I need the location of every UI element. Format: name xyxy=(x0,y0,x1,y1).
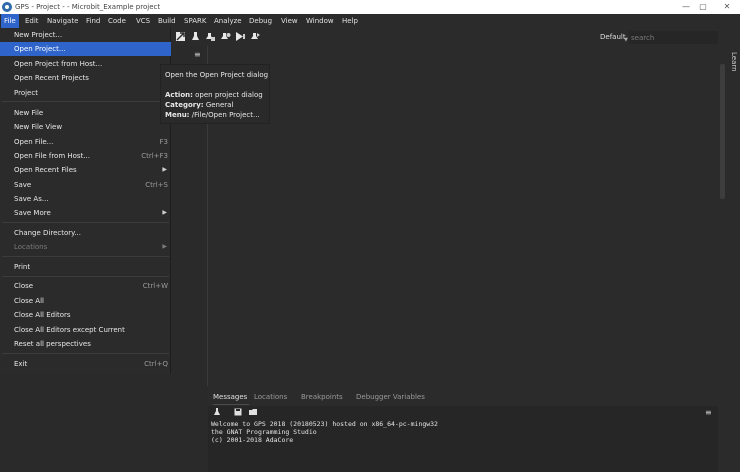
editor-area[interactable] xyxy=(208,46,717,387)
menu-item-project[interactable]: Project xyxy=(0,86,171,100)
tab-debugger-variables[interactable]: Debugger Variables xyxy=(356,393,425,401)
save-messages-icon[interactable] xyxy=(234,408,242,416)
learn-side-tab[interactable]: Learn xyxy=(728,46,740,472)
tab-breakpoints[interactable]: Breakpoints xyxy=(301,393,343,401)
menu-item-new-file[interactable]: New File xyxy=(0,106,171,120)
menu-edit[interactable]: Edit xyxy=(22,14,42,28)
build-all-icon[interactable] xyxy=(205,31,216,42)
tab-messages[interactable]: Messages xyxy=(213,393,247,401)
editor-scrollbar[interactable] xyxy=(718,46,728,387)
tooltip-title: Open the Open Project dialog xyxy=(165,71,269,79)
menu-item-close-all-editors[interactable]: Close All Editors xyxy=(0,308,171,322)
menu-item-save[interactable]: Save Ctrl+S xyxy=(0,178,171,192)
menu-item-open-recent-projects[interactable]: Open Recent Projects xyxy=(0,71,171,85)
main-toolbar: Default ▼ xyxy=(171,28,740,46)
tab-locations[interactable]: Locations xyxy=(254,393,287,401)
submenu-arrow-icon: ▶ xyxy=(162,243,167,250)
menu-separator xyxy=(2,276,169,277)
menu-item-open-file[interactable]: Open File... F3 xyxy=(0,135,171,149)
menu-item-close[interactable]: Close Ctrl+W xyxy=(0,279,171,293)
menu-separator xyxy=(2,353,169,354)
maximize-button[interactable]: ▢ xyxy=(697,2,709,12)
menu-item-print[interactable]: Print xyxy=(0,260,171,274)
submenu-arrow-icon: ▶ xyxy=(162,209,167,216)
menu-item-reset-all-perspectives[interactable]: Reset all perspectives xyxy=(0,337,171,351)
menu-item-open-recent-files[interactable]: Open Recent Files ▶ xyxy=(0,163,171,177)
menu-item-open-project[interactable]: Open Project... xyxy=(0,42,171,56)
open-folder-icon[interactable] xyxy=(249,408,257,416)
menu-separator xyxy=(2,101,169,102)
tooltip-menu-row: Menu: /File/Open Project... xyxy=(165,111,260,119)
active-tab-indicator xyxy=(213,404,249,405)
menu-find[interactable]: Find xyxy=(83,14,103,28)
tooltip-category-row: Category: General xyxy=(165,101,234,109)
menu-item-close-all-editors-except-current[interactable]: Close All Editors except Current xyxy=(0,323,171,337)
build-icon[interactable] xyxy=(190,31,201,42)
tooltip-action-row: Action: open project dialog xyxy=(165,91,263,99)
menu-help[interactable]: Help xyxy=(339,14,361,28)
messages-toolbar: ≡ xyxy=(208,406,718,419)
console-line: Welcome to GPS 2018 (20180523) hosted on… xyxy=(211,420,438,428)
menu-separator xyxy=(2,256,169,257)
console-line: (c) 2001-2018 AdaCore xyxy=(211,436,294,444)
menu-item-new-project[interactable]: New Project... xyxy=(0,28,171,42)
chevron-down-icon[interactable]: ▼ xyxy=(624,37,628,43)
file-menu-dropdown: New Project... Open Project... Open Proj… xyxy=(0,28,171,374)
menu-debug[interactable]: Debug xyxy=(246,14,275,28)
window-title: GPS - Project - - Microbit_Example proje… xyxy=(15,3,161,11)
hamburger-menu-icon[interactable]: ≡ xyxy=(194,50,201,59)
clean-icon[interactable] xyxy=(220,31,231,42)
menu-build[interactable]: Build xyxy=(155,14,179,28)
messages-panel: Messages Locations Breakpoints Debugger … xyxy=(208,387,718,472)
search-input[interactable] xyxy=(629,31,718,44)
menu-navigate[interactable]: Navigate xyxy=(44,14,81,28)
menu-item-open-file-from-host[interactable]: Open File from Host... Ctrl+F3 xyxy=(0,149,171,163)
menu-window[interactable]: Window xyxy=(303,14,337,28)
menu-item-save-as[interactable]: Save As... xyxy=(0,192,171,206)
menu-separator xyxy=(2,222,169,223)
debug-run-icon[interactable] xyxy=(235,31,246,42)
menu-view[interactable]: View xyxy=(278,14,301,28)
console-line: the GNAT Programming Studio xyxy=(211,428,317,436)
run-icon[interactable] xyxy=(250,31,261,42)
menu-item-open-project-from-host[interactable]: Open Project from Host... xyxy=(0,57,171,71)
menu-item-change-directory[interactable]: Change Directory... xyxy=(0,226,171,240)
close-window-button[interactable]: ✕ xyxy=(721,2,733,12)
window-titlebar: GPS - Project - - Microbit_Example proje… xyxy=(0,0,740,14)
menu-item-exit[interactable]: Exit Ctrl+Q xyxy=(0,357,171,371)
menu-item-new-file-view[interactable]: New File View xyxy=(0,120,171,134)
perspective-selector[interactable]: Default xyxy=(600,33,626,41)
menu-file[interactable]: File xyxy=(1,14,19,28)
open-project-tooltip: Open the Open Project dialog Action: ope… xyxy=(160,64,270,124)
messages-menu-icon[interactable]: ≡ xyxy=(705,408,712,417)
submenu-arrow-icon: ▶ xyxy=(162,166,167,173)
menu-item-locations: Locations ▶ xyxy=(0,240,171,254)
minimize-button[interactable]: — xyxy=(680,2,692,12)
menu-code[interactable]: Code xyxy=(105,14,129,28)
menu-vcs[interactable]: VCS xyxy=(133,14,153,28)
bottom-tab-bar: Messages Locations Breakpoints Debugger … xyxy=(208,387,718,406)
menu-item-close-all[interactable]: Close All xyxy=(0,294,171,308)
learn-tab-label[interactable]: Learn xyxy=(730,52,738,72)
clear-messages-icon[interactable] xyxy=(213,408,221,416)
menu-spark[interactable]: SPARK xyxy=(181,14,209,28)
menubar: File Edit Navigate Find Code VCS Build S… xyxy=(0,14,740,28)
menu-item-save-more[interactable]: Save More ▶ xyxy=(0,206,171,220)
messages-console: Welcome to GPS 2018 (20180523) hosted on… xyxy=(211,420,438,444)
menu-analyze[interactable]: Analyze xyxy=(211,14,245,28)
load-project-icon[interactable] xyxy=(175,31,186,42)
scrollbar-thumb[interactable] xyxy=(720,64,725,199)
gps-app-icon xyxy=(2,2,12,12)
